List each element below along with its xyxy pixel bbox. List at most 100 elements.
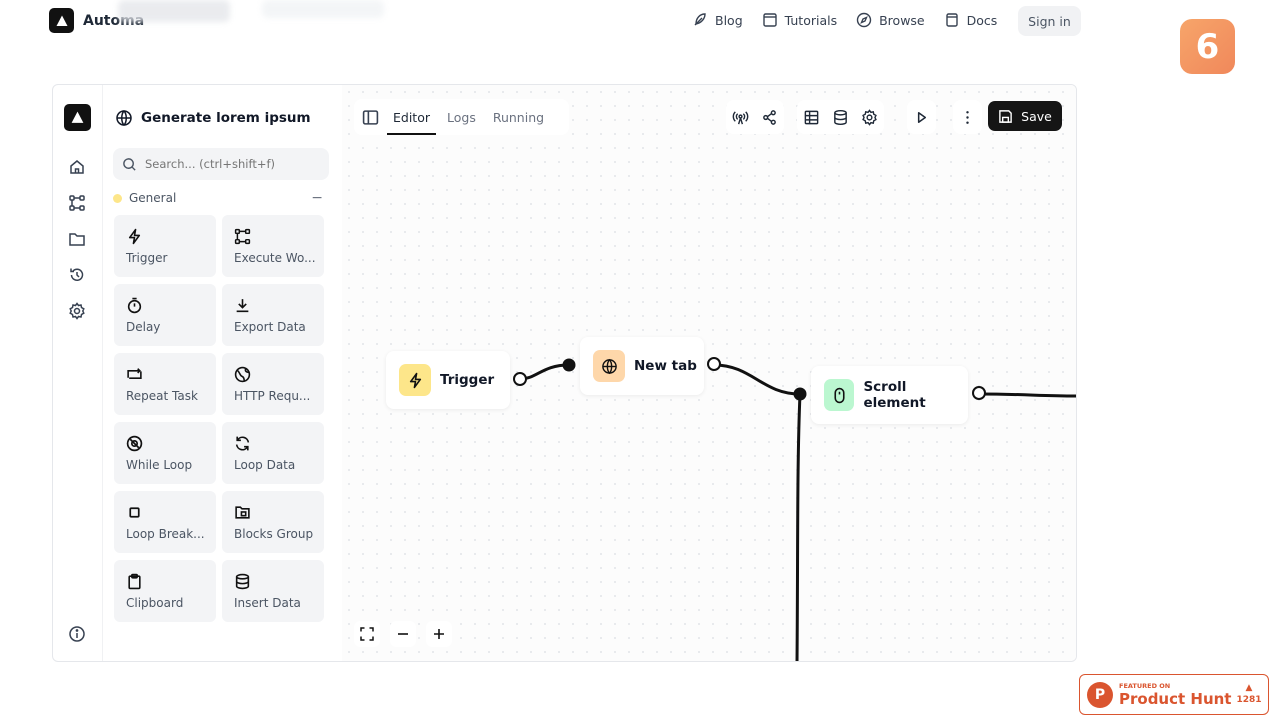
block-label: Delay [126, 320, 161, 334]
more-vertical-icon[interactable] [959, 109, 976, 126]
fullscreen-button[interactable] [354, 621, 380, 647]
nav-link-blog[interactable]: Blog [692, 12, 743, 28]
blocks-panel: Generate lorem ipsum General − Trigger E… [104, 85, 391, 661]
lightning-icon [399, 364, 431, 396]
settings-gear-icon[interactable] [68, 302, 86, 320]
automa-logo-icon[interactable] [64, 104, 91, 131]
block-label: Trigger [126, 251, 168, 265]
block-label: Loop Break... [126, 527, 205, 541]
zoom-out-button[interactable] [390, 621, 416, 647]
clipboard-icon [128, 573, 141, 590]
folder-icon[interactable] [68, 230, 86, 248]
tab-running[interactable]: Running [493, 99, 544, 135]
block-insert-data[interactable]: Insert Data [222, 560, 324, 622]
more-tools [953, 100, 982, 134]
feather-icon [694, 13, 706, 26]
top-navigation: Automa Blog Tutorials Browse Docs Sign i… [0, 0, 1280, 42]
featured-label: FEATURED ON [1119, 682, 1171, 690]
category-general[interactable]: General − [113, 190, 323, 206]
minus-icon [398, 633, 408, 635]
block-label: Clipboard [126, 596, 184, 610]
node-label: New tab [634, 358, 697, 374]
block-loop-breakpoint[interactable]: Loop Break... [114, 491, 216, 553]
block-while-loop[interactable]: While Loop [114, 422, 216, 484]
home-icon[interactable] [68, 158, 86, 176]
product-hunt-badge[interactable]: P FEATURED ON Product Hunt ▲ 1281 [1079, 674, 1269, 715]
node-new-tab[interactable]: New tab [580, 337, 704, 395]
loop-icon [126, 435, 143, 452]
workflow-canvas[interactable]: Editor Logs Running Save Trigger New tab… [342, 85, 1076, 661]
block-label: HTTP Requ... [234, 389, 311, 403]
table-icon[interactable] [803, 109, 820, 126]
database-icon[interactable] [832, 109, 849, 126]
workflow-title[interactable]: Generate lorem ipsum [115, 109, 311, 127]
stop-icon [129, 507, 140, 518]
editor-frame: Generate lorem ipsum General − Trigger E… [52, 84, 1077, 662]
block-execute-workflow[interactable]: Execute Wo... [222, 215, 324, 277]
run-tools [907, 100, 936, 134]
nav-links: Blog Tutorials Browse Docs [692, 12, 1016, 28]
product-hunt-logo-icon: P [1087, 681, 1113, 708]
workflow-icon[interactable] [68, 194, 86, 212]
nav-link-label: Tutorials [784, 12, 838, 28]
sign-in-button[interactable]: Sign in [1018, 6, 1081, 36]
block-http-request[interactable]: HTTP Requ... [222, 353, 324, 415]
block-loop-data[interactable]: Loop Data [222, 422, 324, 484]
compass-icon [856, 12, 872, 28]
broadcast-icon[interactable] [732, 109, 749, 126]
block-label: Loop Data [234, 458, 296, 472]
block-delay[interactable]: Delay [114, 284, 216, 346]
play-icon[interactable] [913, 109, 930, 126]
block-search[interactable] [113, 148, 329, 180]
input-handle[interactable] [562, 358, 576, 372]
nav-link-browse[interactable]: Browse [856, 12, 925, 28]
collapse-icon[interactable]: − [311, 190, 323, 206]
output-handle[interactable] [513, 372, 527, 386]
save-button[interactable]: Save [988, 101, 1062, 131]
block-clipboard[interactable]: Clipboard [114, 560, 216, 622]
node-scroll-element[interactable]: Scroll element [811, 366, 968, 424]
block-blocks-group[interactable]: Blocks Group [222, 491, 324, 553]
output-handle[interactable] [972, 386, 986, 400]
node-trigger[interactable]: Trigger [386, 351, 510, 409]
tab-logs[interactable]: Logs [447, 99, 476, 135]
block-export-data[interactable]: Export Data [222, 284, 324, 346]
block-label: Export Data [234, 320, 306, 334]
book-icon [762, 13, 777, 27]
block-label: Blocks Group [234, 527, 314, 541]
nav-link-label: Docs [966, 12, 998, 28]
document-icon [945, 13, 958, 27]
search-icon [123, 157, 136, 171]
refresh-icon [235, 436, 250, 451]
nav-link-docs[interactable]: Docs [944, 12, 998, 28]
notification-badge[interactable]: 6 [1180, 19, 1235, 74]
upvote-arrow-icon: ▲ [1245, 683, 1253, 693]
input-handle[interactable] [793, 387, 807, 401]
history-icon[interactable] [68, 266, 86, 284]
block-repeat-task[interactable]: Repeat Task [114, 353, 216, 415]
download-icon [236, 299, 249, 313]
database-icon [235, 573, 250, 590]
output-handle[interactable] [707, 357, 721, 371]
globe-icon [116, 109, 132, 127]
folder-group-icon [235, 506, 250, 519]
save-label: Save [1021, 108, 1052, 124]
search-input[interactable] [145, 157, 315, 171]
block-trigger[interactable]: Trigger [114, 215, 216, 277]
editor-tabs: Editor Logs Running [354, 99, 570, 135]
settings-gear-icon[interactable] [861, 108, 878, 126]
nav-link-tutorials[interactable]: Tutorials [762, 12, 837, 28]
category-color-dot [113, 193, 122, 203]
category-label: General [129, 191, 177, 205]
workflow-title-label: Generate lorem ipsum [141, 110, 311, 126]
workflow-icon [234, 228, 251, 245]
tab-editor[interactable]: Editor [387, 99, 436, 135]
timer-icon [127, 297, 142, 314]
node-label: Trigger [440, 372, 495, 388]
share-icon[interactable] [761, 109, 778, 126]
info-icon[interactable] [68, 625, 86, 643]
zoom-in-button[interactable] [426, 621, 452, 647]
mouse-icon [824, 379, 855, 411]
plus-icon [434, 629, 444, 639]
sidebar-toggle-icon[interactable] [362, 109, 379, 126]
